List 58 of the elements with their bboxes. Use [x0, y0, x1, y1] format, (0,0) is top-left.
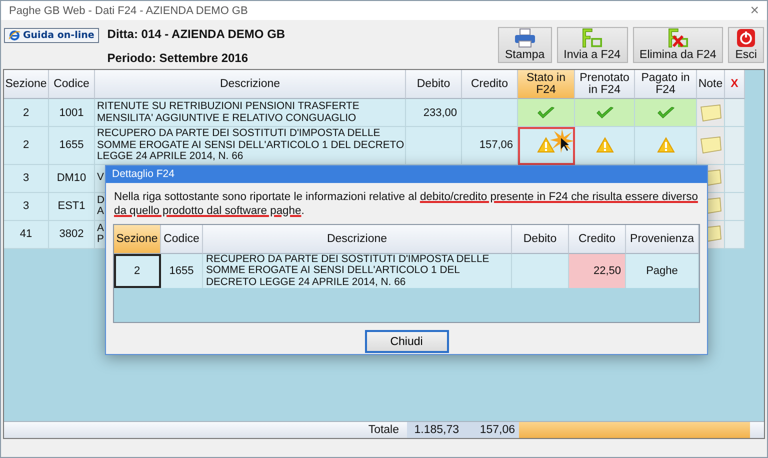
- column-header[interactable]: Credito: [462, 70, 518, 99]
- window-title: Paghe GB Web - Dati F24 - AZIENDA DEMO GB: [9, 4, 248, 16]
- column-header[interactable]: Sezione: [4, 70, 49, 99]
- table-cell: [406, 127, 462, 164]
- totals-label: Totale: [367, 423, 400, 438]
- column-header[interactable]: Codice: [49, 70, 95, 99]
- table-cell: DM10: [49, 164, 95, 192]
- column-header[interactable]: Prenotato in F24: [575, 70, 635, 99]
- column-header[interactable]: Sezione: [114, 225, 161, 254]
- column-header[interactable]: Note: [697, 70, 725, 99]
- table-cell: 2: [4, 127, 49, 164]
- table-cell: 3802: [49, 220, 95, 248]
- column-header[interactable]: Pagato in F24: [635, 70, 697, 99]
- table-cell: 1655: [49, 127, 95, 164]
- table-cell: 3: [4, 164, 49, 192]
- table-cell: 1001: [49, 99, 95, 127]
- toolbar-button[interactable]: Elimina da F24: [632, 27, 724, 63]
- table-cell: RECUPERO DA PARTE DEI SOSTITUTI D'IMPOSTA DELLE SOMME EROGATE AI SENSI DELL'ARTICOLO 1 DEL DECRETO LEGGE 24 APRILE 2014, N. 66: [95, 127, 406, 164]
- column-header[interactable]: Codice: [161, 225, 203, 254]
- close-button[interactable]: ×: [750, 2, 759, 19]
- table-cell: 1655: [161, 254, 203, 288]
- form-icon: [580, 28, 604, 48]
- printer-icon: [514, 28, 536, 48]
- table-cell: 3: [4, 192, 49, 220]
- toolbar-button[interactable]: Invia a F24: [556, 27, 628, 63]
- table-cell: 2: [4, 99, 49, 127]
- toolbar-button[interactable]: Esci: [728, 27, 764, 63]
- column-header[interactable]: Debito: [406, 70, 462, 99]
- table-cell: RITENUTE SU RETRIBUZIONI PENSIONI TRASFERTE MENSILITA' AGGIUNTIVE E RELATIVO CONGUAGLIO: [95, 99, 406, 127]
- column-header[interactable]: Provenienza: [626, 225, 699, 254]
- power-icon: [736, 28, 756, 48]
- close-dialog-button[interactable]: Chiudi: [364, 330, 448, 353]
- click-burst-icon: [550, 129, 574, 153]
- note-icon[interactable]: [700, 136, 722, 154]
- note-icon[interactable]: [700, 104, 722, 122]
- help-button[interactable]: Guida on-line: [4, 28, 100, 43]
- column-header[interactable]: Stato in F24: [518, 70, 575, 99]
- browser-icon: [9, 30, 20, 41]
- dialog-title: Dettaglio F24: [106, 166, 707, 183]
- column-header[interactable]: Descrizione: [203, 225, 512, 254]
- column-header[interactable]: Debito: [512, 225, 569, 254]
- delete-column-header[interactable]: X: [725, 70, 745, 99]
- table-cell: 157,06: [462, 127, 518, 164]
- toolbar-button[interactable]: Stampa: [498, 27, 552, 63]
- form-delete-icon: [666, 28, 690, 48]
- table-cell: 2: [114, 254, 161, 288]
- total-credit: 157,06: [463, 422, 519, 438]
- company-label: Ditta: 014 - AZIENDA DEMO GB: [107, 27, 286, 41]
- total-debit: 1.185,73: [407, 422, 463, 438]
- table-cell: Paghe: [626, 254, 699, 288]
- table-cell: 41: [4, 220, 49, 248]
- column-header[interactable]: Credito: [569, 225, 626, 254]
- table-cell: RECUPERO DA PARTE DEI SOSTITUTI D'IMPOSTA DELLE SOMME EROGATE AI SENSI DELL'ARTICOLO 1 DEL DECRETO LEGGE 24 APRILE 2014, N. 66: [203, 254, 512, 288]
- period-label: Periodo: Settembre 2016: [107, 51, 250, 65]
- table-cell: 22,50: [569, 254, 626, 288]
- column-header[interactable]: Descrizione: [95, 70, 406, 99]
- table-cell: 233,00: [406, 99, 462, 127]
- table-cell: EST1: [49, 192, 95, 220]
